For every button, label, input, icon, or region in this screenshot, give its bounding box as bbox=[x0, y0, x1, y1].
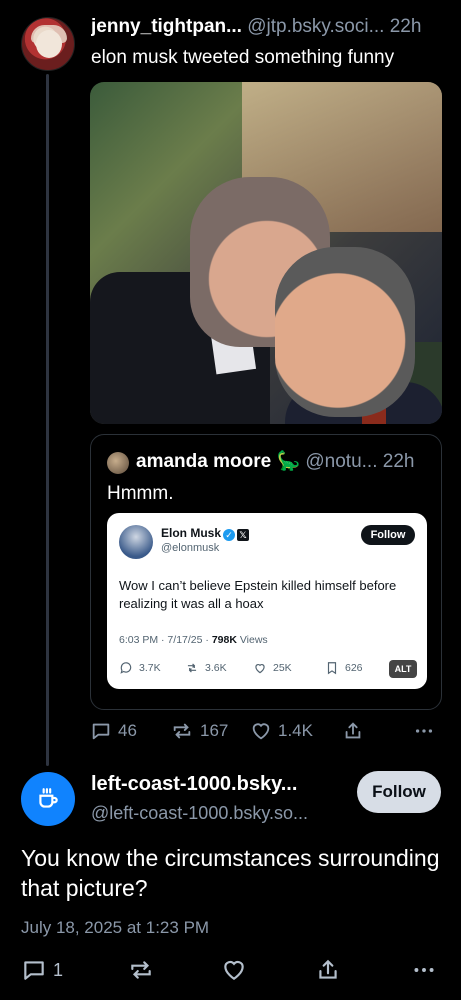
tweet-actions: 3.7K 3.6K 25K 626 ALT bbox=[119, 660, 417, 679]
avatar[interactable] bbox=[21, 17, 75, 71]
tweet-bookmark: 626 bbox=[325, 661, 363, 675]
image-figure bbox=[275, 247, 415, 417]
quote-text: Hmmm. bbox=[107, 483, 174, 504]
heart-icon bbox=[255, 664, 265, 674]
reply-icon bbox=[120, 662, 132, 674]
reply-count: 46 bbox=[118, 721, 137, 740]
tweet-retweet-count: 3.6K bbox=[205, 662, 227, 674]
post-text: elon musk tweeted something funny bbox=[91, 47, 395, 68]
tweet-avatar bbox=[119, 525, 153, 559]
tweet-author-name: Elon Musk bbox=[161, 526, 222, 540]
display-name[interactable]: left-coast-1000.bsky... bbox=[91, 772, 297, 796]
alt-badge[interactable]: ALT bbox=[389, 660, 417, 678]
tweet-views-label: Views bbox=[236, 634, 268, 646]
retweet-icon bbox=[187, 663, 197, 673]
share-button[interactable] bbox=[315, 957, 341, 983]
share-icon bbox=[345, 722, 361, 739]
timestamp[interactable]: 22h bbox=[390, 16, 422, 37]
reply-button[interactable]: 1 bbox=[21, 957, 63, 983]
dinosaur-emoji-icon: 🦕 bbox=[276, 451, 301, 472]
tweet-time: 6:03 PM · 7/17/25 · bbox=[119, 634, 212, 646]
heart-icon bbox=[224, 960, 244, 980]
post-header: jenny_tightpan... @jtp.bsky.soci... 22h bbox=[91, 15, 451, 39]
tweet-like: 25K bbox=[253, 661, 292, 675]
like-button[interactable] bbox=[221, 957, 247, 983]
tweet-views: 798K bbox=[211, 634, 237, 646]
tweet-body: Wow I can’t believe Epstein killed himse… bbox=[119, 578, 397, 611]
follow-button[interactable]: Follow bbox=[357, 771, 441, 813]
repost-icon bbox=[131, 961, 151, 979]
like-button[interactable]: 1.4K bbox=[250, 720, 313, 742]
more-button[interactable] bbox=[411, 957, 437, 983]
share-icon bbox=[319, 959, 337, 979]
tweet-author: Elon Musk ✓ 𝕏 bbox=[161, 526, 250, 541]
reply-icon bbox=[92, 723, 110, 740]
handle[interactable]: @left-coast-1000.bsky.so... bbox=[91, 802, 308, 824]
repost-count: 167 bbox=[200, 721, 229, 740]
tweet-retweet: 3.6K bbox=[185, 661, 227, 675]
repost-button[interactable]: 167 bbox=[170, 720, 228, 742]
heart-icon bbox=[252, 723, 270, 740]
quote-timestamp[interactable]: 22h bbox=[383, 451, 415, 472]
tweet-like-count: 25K bbox=[273, 662, 292, 674]
more-icon bbox=[414, 968, 434, 972]
quote-avatar[interactable] bbox=[107, 452, 129, 474]
reply-icon bbox=[24, 961, 44, 980]
quote-display-name[interactable]: amanda moore bbox=[136, 451, 271, 472]
reply-button[interactable]: 46 bbox=[90, 720, 137, 742]
verified-check-icon: ✓ bbox=[223, 529, 236, 541]
more-icon bbox=[415, 729, 433, 733]
display-name[interactable]: jenny_tightpan... bbox=[91, 16, 242, 37]
post-actions: 46 167 1.4K bbox=[90, 720, 442, 746]
tweet-reply: 3.7K bbox=[119, 661, 161, 675]
post-actions: 1 bbox=[21, 957, 441, 987]
repost-button[interactable] bbox=[127, 957, 155, 983]
bookmark-icon bbox=[327, 662, 337, 675]
coffee-cup-icon bbox=[39, 788, 58, 808]
x-logo-icon: 𝕏 bbox=[237, 529, 250, 541]
share-button[interactable] bbox=[342, 720, 364, 742]
post-date: July 18, 2025 at 1:23 PM bbox=[21, 918, 210, 937]
thread-line bbox=[46, 74, 49, 766]
tweet-handle: @elonmusk bbox=[161, 542, 220, 554]
avatar-face bbox=[36, 30, 62, 58]
quote-post[interactable]: amanda moore 🦕 @notu... 22h Hmmm. Elon M… bbox=[90, 434, 442, 710]
quote-header: amanda moore 🦕 @notu... 22h bbox=[136, 450, 436, 474]
post-image[interactable] bbox=[90, 82, 442, 424]
quote-handle[interactable]: @notu... bbox=[305, 451, 377, 472]
tweet-follow-button: Follow bbox=[361, 525, 415, 545]
reply-count: 1 bbox=[53, 959, 64, 980]
tweet-bookmark-count: 626 bbox=[345, 662, 363, 674]
post-text: You know the circumstances surrounding t… bbox=[21, 845, 440, 901]
more-button[interactable] bbox=[412, 720, 436, 742]
tweet-reply-count: 3.7K bbox=[139, 662, 161, 674]
tweet-screenshot[interactable]: Elon Musk ✓ 𝕏 @elonmusk Follow Wow I can’t… bbox=[107, 513, 427, 689]
handle[interactable]: @jtp.bsky.soci... bbox=[247, 16, 384, 37]
tweet-meta: 6:03 PM · 7/17/25 · 798K Views bbox=[119, 634, 268, 646]
like-count: 1.4K bbox=[278, 721, 313, 740]
avatar[interactable] bbox=[21, 772, 75, 826]
repost-icon bbox=[173, 723, 191, 739]
